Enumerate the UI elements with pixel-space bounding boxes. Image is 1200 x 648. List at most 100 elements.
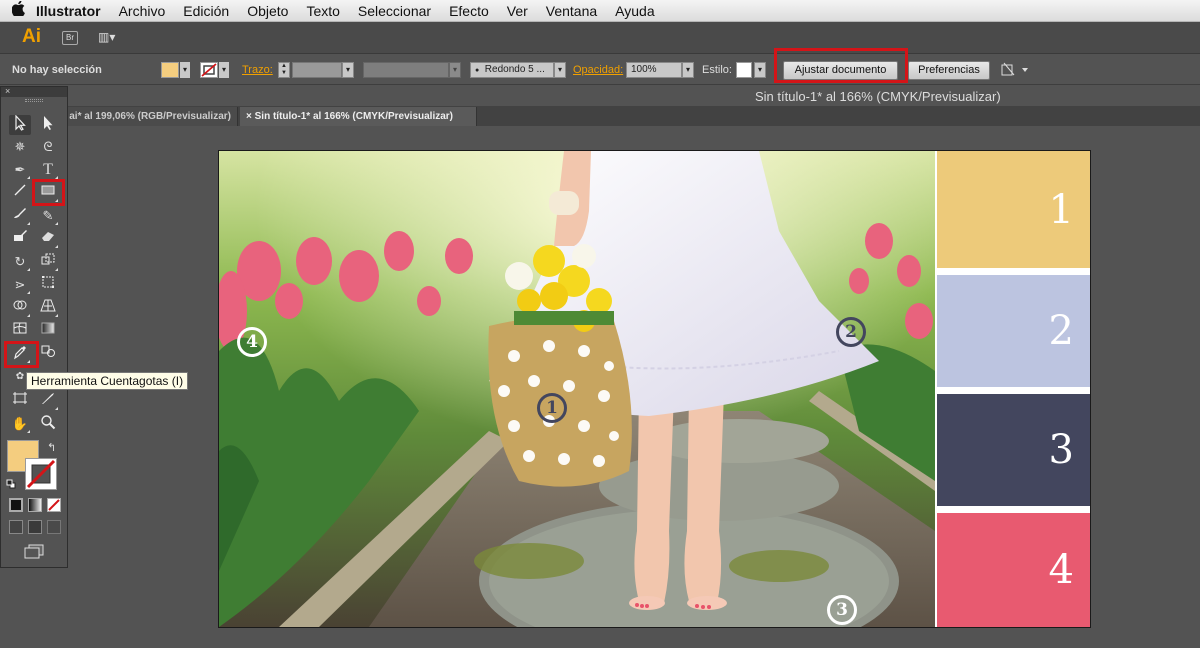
menu-objeto[interactable]: Objeto bbox=[247, 3, 288, 19]
menu-ventana[interactable]: Ventana bbox=[546, 3, 597, 19]
stroke-dropdown-arrow[interactable]: ▾ bbox=[219, 62, 229, 78]
selection-status: No hay selección bbox=[12, 64, 102, 76]
panel-grip[interactable] bbox=[25, 99, 43, 102]
brush-definition[interactable]: ● Redondo 5 ... bbox=[470, 62, 554, 78]
app-menu-illustrator[interactable]: Illustrator bbox=[36, 3, 101, 19]
shape-builder-tool-icon[interactable] bbox=[9, 298, 31, 318]
gradient-mode-icon[interactable] bbox=[28, 498, 42, 512]
swap-fill-stroke-icon[interactable]: ↰ bbox=[47, 441, 56, 454]
panel-menu-icon[interactable] bbox=[1000, 61, 1030, 79]
screen-mode-icon[interactable] bbox=[23, 543, 45, 559]
pen-tool-icon[interactable]: ✒ bbox=[9, 160, 31, 180]
document-title: Sin título-1* al 166% (CMYK/Previsualiza… bbox=[755, 89, 1001, 104]
menu-ver[interactable]: Ver bbox=[507, 3, 528, 19]
lasso-tool-icon[interactable]: ᘓ bbox=[37, 137, 59, 157]
bridge-button[interactable]: Br bbox=[62, 31, 78, 45]
control-panel: No hay selección ▾ ▾ Trazo: ▲ ▼ ▾ ▾ ● Red… bbox=[0, 48, 1200, 85]
default-fill-stroke-icon[interactable] bbox=[6, 479, 16, 489]
stroke-weight-dropdown[interactable]: ▾ bbox=[342, 62, 354, 78]
marker-1: 1 bbox=[537, 393, 567, 423]
width-profile-dropdown[interactable]: ▾ bbox=[449, 62, 461, 78]
free-transform-tool-icon[interactable] bbox=[37, 275, 59, 295]
rectangle-tool-icon[interactable] bbox=[37, 183, 59, 203]
tools-panel: × ✵ ᘓ ✒ T ✎ ↻ ⋗ ✿ ✋ ↰ bbox=[0, 86, 68, 568]
hand-tool-icon[interactable]: ✋ bbox=[9, 414, 31, 434]
fill-dropdown-arrow[interactable]: ▾ bbox=[180, 62, 190, 78]
brush-dropdown[interactable]: ▾ bbox=[554, 62, 566, 78]
rotate-tool-icon[interactable]: ↻ bbox=[9, 252, 31, 272]
menu-ayuda[interactable]: Ayuda bbox=[615, 3, 654, 19]
blob-brush-tool-icon[interactable] bbox=[9, 229, 31, 249]
palette-swatch-3[interactable]: 3 bbox=[937, 394, 1090, 506]
stroke-label[interactable]: Trazo: bbox=[242, 61, 273, 79]
color-palette: 1 2 3 4 bbox=[937, 151, 1090, 627]
tab-previous-document[interactable]: ai* al 199,06% (RGB/Previsualizar) bbox=[60, 107, 238, 126]
palette-swatch-4[interactable]: 4 bbox=[937, 513, 1090, 627]
pencil-tool-icon[interactable]: ✎ bbox=[37, 206, 59, 226]
line-segment-tool-icon[interactable] bbox=[9, 183, 31, 203]
close-icon[interactable]: × bbox=[5, 86, 10, 96]
placed-photo[interactable] bbox=[219, 151, 935, 627]
stroke-swatch[interactable] bbox=[200, 62, 218, 78]
menu-edicion[interactable]: Edición bbox=[183, 3, 229, 19]
preferences-button[interactable]: Preferencias bbox=[908, 61, 990, 80]
magic-wand-tool-icon[interactable]: ✵ bbox=[9, 137, 31, 157]
graphic-style-swatch[interactable] bbox=[736, 62, 752, 78]
opacity-dropdown[interactable]: ▾ bbox=[682, 62, 694, 78]
arrange-documents-button[interactable]: ▥▾ bbox=[98, 30, 126, 46]
stroke-weight-stepper[interactable]: ▲ ▼ bbox=[278, 62, 290, 78]
menu-texto[interactable]: Texto bbox=[306, 3, 339, 19]
blend-tool-icon[interactable] bbox=[37, 344, 59, 364]
variable-width-profile[interactable] bbox=[363, 62, 449, 78]
menu-efecto[interactable]: Efecto bbox=[449, 3, 489, 19]
type-tool-icon[interactable]: T bbox=[37, 160, 59, 180]
artboard-tool-icon[interactable] bbox=[9, 391, 31, 411]
width-tool-icon[interactable]: ⋗ bbox=[9, 275, 31, 295]
style-label: Estilo: bbox=[702, 64, 732, 76]
artboard[interactable]: 1 2 3 4 1 2 3 4 bbox=[218, 150, 1091, 628]
palette-number-4: 4 bbox=[1048, 547, 1074, 593]
opacity-label[interactable]: Opacidad: bbox=[573, 61, 623, 79]
tab-active-document[interactable]: × Sin título-1* al 166% (CMYK/Previsuali… bbox=[240, 107, 477, 126]
opacity-field[interactable]: 100% bbox=[626, 62, 682, 78]
draw-inside-icon[interactable] bbox=[47, 520, 61, 534]
draw-behind-icon[interactable] bbox=[28, 520, 42, 534]
palette-swatch-2[interactable]: 2 bbox=[937, 275, 1090, 387]
marker-3-label: 3 bbox=[836, 600, 848, 620]
zoom-tool-icon[interactable] bbox=[37, 414, 59, 434]
tab-label: Sin título-1* al 166% (CMYK/Previsualiza… bbox=[254, 111, 454, 122]
stroke-weight-field[interactable] bbox=[292, 62, 342, 78]
illustrator-logo: Ai bbox=[22, 26, 41, 47]
graphic-style-dropdown[interactable]: ▾ bbox=[754, 62, 766, 78]
stroke-color-box[interactable] bbox=[25, 458, 57, 490]
close-icon[interactable]: × bbox=[246, 111, 252, 122]
selection-tool-icon[interactable] bbox=[9, 114, 31, 135]
slice-tool-icon[interactable] bbox=[37, 391, 59, 411]
direct-selection-tool-icon[interactable] bbox=[37, 115, 59, 135]
tab-label: ai* al 199,06% (RGB/Previsualizar) bbox=[69, 111, 231, 122]
adjust-document-button[interactable]: Ajustar documento bbox=[783, 61, 898, 80]
fill-swatch[interactable] bbox=[161, 62, 179, 78]
apple-icon[interactable] bbox=[0, 0, 36, 20]
eyedropper-tool-icon[interactable] bbox=[9, 344, 31, 364]
draw-normal-icon[interactable] bbox=[9, 520, 23, 534]
perspective-grid-tool-icon[interactable] bbox=[37, 298, 59, 318]
application-bar: Ai Br ▥▾ bbox=[0, 22, 1200, 54]
menu-seleccionar[interactable]: Seleccionar bbox=[358, 3, 431, 19]
color-mode-icon[interactable] bbox=[9, 498, 23, 512]
eraser-tool-icon[interactable] bbox=[37, 229, 59, 249]
marker-1-label: 1 bbox=[546, 398, 558, 418]
scale-tool-icon[interactable] bbox=[37, 252, 59, 272]
paintbrush-tool-icon[interactable] bbox=[9, 206, 31, 226]
tools-panel-header[interactable]: × bbox=[1, 87, 67, 97]
menu-archivo[interactable]: Archivo bbox=[119, 3, 166, 19]
tool-tooltip: Herramienta Cuentagotas (I) bbox=[26, 372, 189, 390]
palette-swatch-1[interactable]: 1 bbox=[937, 151, 1090, 268]
none-mode-icon[interactable] bbox=[47, 498, 61, 512]
mesh-tool-icon[interactable] bbox=[9, 321, 31, 341]
palette-number-1: 1 bbox=[1048, 186, 1074, 233]
marker-4: 4 bbox=[237, 327, 267, 357]
gradient-tool-icon[interactable] bbox=[37, 321, 59, 341]
menu-bar: Illustrator Archivo Edición Objeto Texto… bbox=[0, 0, 1200, 22]
marker-2: 2 bbox=[836, 317, 866, 347]
